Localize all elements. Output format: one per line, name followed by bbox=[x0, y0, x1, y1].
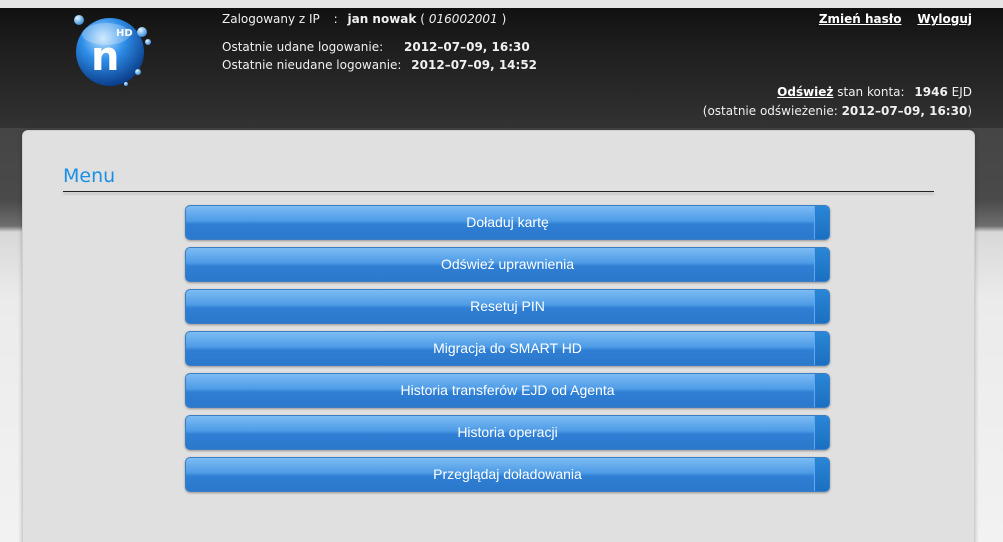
balance-label: stan konta: bbox=[837, 85, 905, 99]
last-refresh-value: 2012–07–09, 16:30 bbox=[841, 104, 968, 118]
menu-button-label: Migracja do SMART HD bbox=[433, 340, 582, 356]
button-cap bbox=[814, 290, 829, 323]
change-password-link[interactable]: Zmień hasło bbox=[819, 12, 902, 26]
last-success-value: 2012–07–09, 16:30 bbox=[404, 40, 530, 54]
svg-text:n: n bbox=[91, 34, 119, 80]
balance-value: 1946 bbox=[914, 85, 948, 99]
menu-button-browse-top-ups[interactable]: Przeglądaj doładowania bbox=[185, 457, 830, 492]
balance-row: Odśwież stan konta: 1946 EJD bbox=[777, 85, 972, 99]
menu-button-label: Historia transferów EJD od Agenta bbox=[400, 382, 615, 398]
last-failed-label: Ostatnie nieudane logowanie: bbox=[222, 58, 402, 72]
button-cap bbox=[814, 458, 829, 491]
user-name: jan nowak bbox=[347, 12, 417, 26]
balance-unit: EJD bbox=[951, 85, 972, 99]
last-refresh-row: (ostatnie odświeżenie: 2012–07–09, 16:30… bbox=[703, 104, 972, 118]
logged-in-separator: : bbox=[333, 12, 338, 26]
menu-button-label: Doładuj kartę bbox=[466, 214, 549, 230]
menu-button-label: Odśwież uprawnienia bbox=[440, 256, 575, 272]
login-info-row: Zalogowany z IP : jan nowak (016002001) bbox=[222, 12, 507, 26]
menu-divider bbox=[63, 191, 934, 192]
last-failed-row: Ostatnie nieudane logowanie: 2012–07–09,… bbox=[222, 58, 537, 72]
menu-button-label: Przeglądaj doładowania bbox=[433, 466, 582, 482]
last-refresh-close: ) bbox=[967, 104, 972, 118]
last-failed-value: 2012–07–09, 14:52 bbox=[411, 58, 538, 72]
logout-link[interactable]: Wyloguj bbox=[917, 12, 972, 26]
menu-list: Doładuj kartę Odśwież uprawnienia Resetu… bbox=[185, 205, 830, 499]
last-success-row: Ostatnie udane logowanie: 2012–07–09, 16… bbox=[222, 40, 530, 54]
user-id: 016002001 bbox=[428, 12, 498, 26]
menu-button-top-up-card[interactable]: Doładuj kartę bbox=[185, 205, 830, 240]
menu-button-migrate-smart-hd[interactable]: Migracja do SMART HD bbox=[185, 331, 830, 366]
nhd-logo: HD n bbox=[66, 12, 186, 92]
menu-button-ejd-transfer-history[interactable]: Historia transferów EJD od Agenta bbox=[185, 373, 830, 408]
button-cap bbox=[814, 248, 829, 281]
logged-in-label: Zalogowany z IP bbox=[222, 12, 320, 26]
menu-title: Menu bbox=[63, 165, 116, 187]
button-cap bbox=[814, 332, 829, 365]
last-success-label: Ostatnie udane logowanie: bbox=[222, 40, 384, 54]
last-refresh-label: (ostatnie odświeżenie: bbox=[702, 104, 838, 118]
refresh-link[interactable]: Odśwież bbox=[777, 85, 833, 99]
header: HD n Zalogowany z IP : jan nowak (016002… bbox=[0, 8, 1003, 128]
button-cap bbox=[814, 416, 829, 449]
menu-button-refresh-permissions[interactable]: Odśwież uprawnienia bbox=[185, 247, 830, 282]
menu-button-reset-pin[interactable]: Resetuj PIN bbox=[185, 289, 830, 324]
account-links: Zmień hasło Wyloguj bbox=[819, 12, 972, 26]
button-cap bbox=[814, 374, 829, 407]
menu-button-operation-history[interactable]: Historia operacji bbox=[185, 415, 830, 450]
menu-button-label: Historia operacji bbox=[457, 424, 558, 440]
button-cap bbox=[814, 206, 829, 239]
menu-panel: Menu Doładuj kartę Odśwież uprawnienia R… bbox=[22, 130, 975, 542]
menu-button-label: Resetuj PIN bbox=[470, 298, 545, 314]
